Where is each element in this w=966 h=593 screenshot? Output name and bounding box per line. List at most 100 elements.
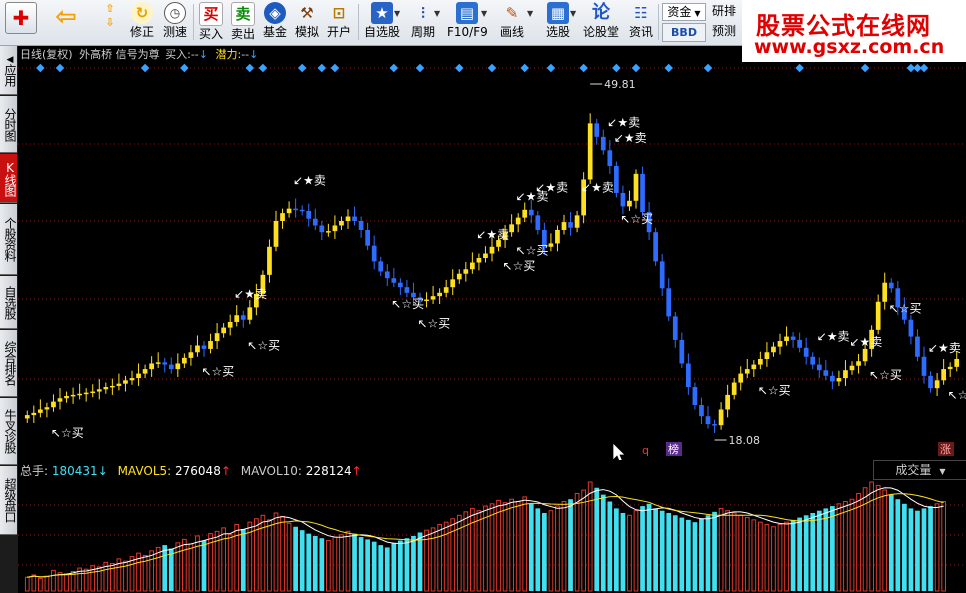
chevron-down-icon[interactable]: ▼ [527,9,533,18]
volume-bar [38,577,43,592]
candle-body [129,378,135,381]
tool-news[interactable]: ☷ 资讯 [624,1,658,43]
volume-bar [267,519,272,592]
candle-body [83,392,89,395]
tool-buy[interactable]: 买 买入 [196,1,226,43]
volume-bar [476,510,482,592]
volume-bar [522,496,528,592]
tool-label: 自选股 [363,25,400,39]
volume-bar [83,568,89,592]
signal-marker [612,63,621,73]
volume-bar [869,481,874,592]
sell-signal-label: ↙★卖 [607,115,640,129]
sidebar-tab-profile[interactable]: 个股资料 [0,204,17,275]
volume-bar [371,541,377,591]
sell-signal-label: ↙★卖 [928,341,961,355]
potential-label: 潜力: [215,48,242,61]
sidebar-tab-intraday[interactable]: 分时图 [0,96,17,153]
candle-body [456,273,462,280]
volume-bar [600,494,606,591]
candle-body [136,373,141,379]
home-button[interactable]: ✚ [1,1,41,43]
tool-speed[interactable]: ◷ 测速 [160,1,190,43]
sidebar-tab-order-book[interactable]: 超级盘口 [0,466,17,535]
tool-period[interactable]: ⫶ 周期 [406,1,440,43]
chevron-down-icon[interactable]: ▼ [481,9,487,18]
volume-bar [273,512,279,592]
candle-body [365,229,370,246]
low-price-label: 18.08 [729,434,761,447]
lock-icon: ⊡ [332,4,346,22]
sidebar-tab-diagnosis[interactable]: 牛叉诊股 [0,398,17,465]
volume-plot[interactable] [18,460,966,593]
volume-bar [764,523,770,592]
volume-bar [725,510,730,592]
research-button[interactable]: 研排 [712,3,746,19]
candle-body [836,378,842,382]
sidebar-tab-ranking[interactable]: 综合排名 [0,330,17,397]
volume-bar [712,511,717,591]
candle-body [38,409,43,413]
candle-body [57,398,63,402]
candle-body [319,225,325,233]
sidebar-tab-kline[interactable]: K线图 [0,154,17,203]
candle-body [398,282,403,288]
candle-body [712,424,717,426]
candle-body [51,401,56,408]
page-up-down-button[interactable]: ⇧ ⇩ [92,1,128,43]
kline-chart[interactable]: 49.81 18.08 ↖☆买 ↖☆买 ↖☆买 ↖☆买 ↖☆买 ↖☆买 ↖☆买 ↖☆买 ↖☆买 ↖☆买… [18,46,966,464]
clock-icon: ◷ [164,2,186,24]
candle-body [731,382,737,395]
sidebar-tab-watchlist[interactable]: 自选股 [0,276,17,329]
fund-dropdown[interactable]: 资金 ▼ [662,3,706,21]
volume-bar [286,522,292,592]
tool-fix[interactable]: ↻ 修正 [127,1,157,43]
tool-draw-line[interactable]: ✎ 画线 [494,1,530,43]
candle-body [378,261,384,272]
candle-body [463,269,469,274]
sidebar-tab-apps[interactable]: ◀应用 [0,46,17,95]
chevron-down-icon[interactable]: ▼ [570,9,576,18]
buy-signal-label: ↖☆买 [516,243,549,257]
tool-simulate[interactable]: ⚒ 模拟 [292,1,322,43]
bbd-button[interactable]: BBD [662,23,706,42]
candle-body [810,356,816,365]
total-value: 180431 [51,464,98,478]
volume-panel[interactable]: 总手: 180431↓ MAVOL5: 276048↑ MAVOL10: 228… [18,460,966,593]
candle-body [509,224,514,233]
candle-body [339,220,344,226]
toolbar-divider [658,4,659,40]
candle-body [725,394,730,410]
tool-open-account[interactable]: ⊡ 开户 [324,1,354,43]
chevron-down-icon[interactable]: ▼ [434,9,440,18]
volume-bar [404,538,410,591]
back-button[interactable]: ⇦ [47,1,85,43]
volume-bar [797,517,802,591]
tool-sell[interactable]: 卖 卖出 [228,1,258,43]
info-icon: ☷ [634,4,648,22]
volume-bar [332,536,338,592]
sidebar-tab-label: 应用 [3,63,17,86]
tool-fund[interactable]: ◈ 基金 [260,1,290,43]
volume-bar [411,535,416,591]
candle-body [528,209,534,216]
indicator-dropdown[interactable]: 成交量 ▼ [873,460,966,480]
tool-stock-screen[interactable]: ▦ 选股 [540,1,576,43]
candle-body [672,316,678,340]
candle-body [784,336,789,342]
candle-body [686,363,691,388]
forecast-button[interactable]: 预测 [712,23,746,39]
forum-icon: 论 [592,2,610,23]
kline-plot[interactable]: 49.81 18.08 ↖☆买 ↖☆买 ↖☆买 ↖☆买 ↖☆买 ↖☆买 ↖☆买 ↖☆买 ↖☆买 ↖☆买… [18,46,966,464]
candle-body [607,150,613,167]
tool-watchlist[interactable]: ★ 自选股 [361,1,403,43]
volume-bar [319,538,325,591]
signal-marker [140,63,150,73]
chart-period-label: 日线(复权) [20,48,73,61]
tool-forum[interactable]: 论 论股堂 [582,1,620,43]
volume-bar [561,501,567,592]
chevron-down-icon[interactable]: ▼ [394,9,400,18]
tool-f10[interactable]: ▤ F10/F9 [447,1,488,43]
buy-signal-label: ↖☆买 [620,212,653,226]
volume-bar [934,503,940,592]
